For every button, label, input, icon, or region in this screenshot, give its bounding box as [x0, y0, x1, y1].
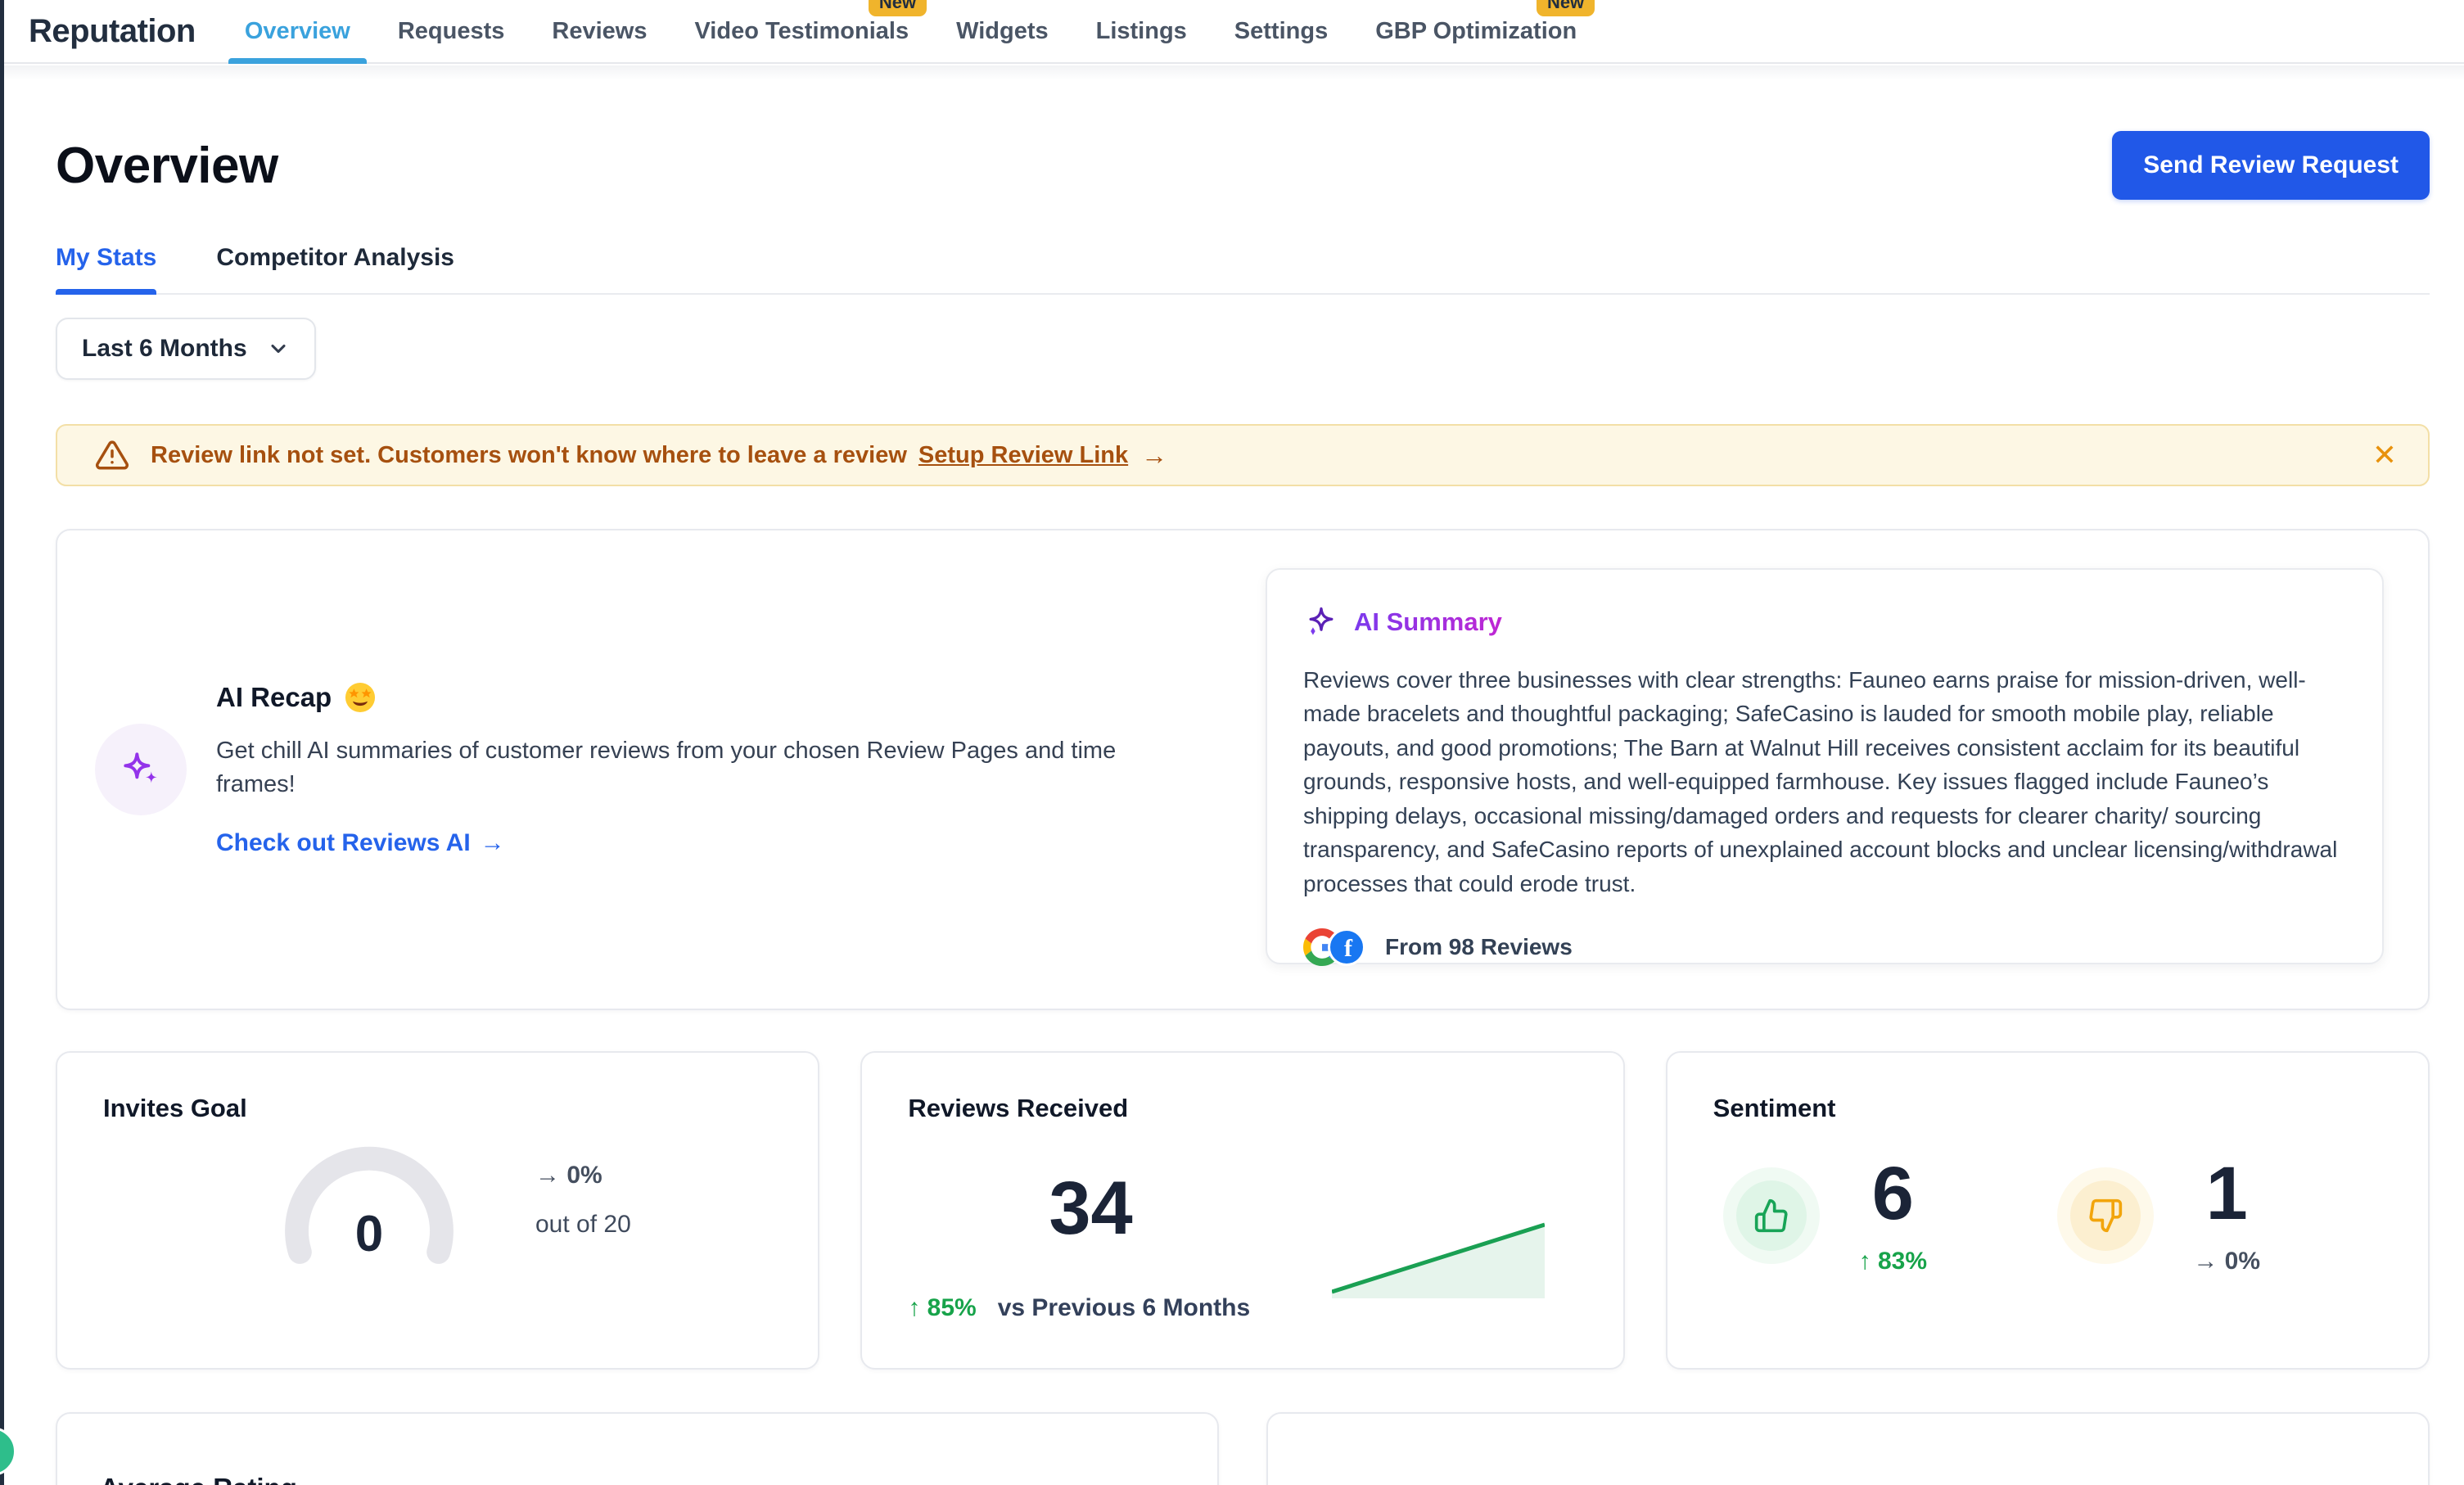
- setup-review-link[interactable]: Setup Review Link: [918, 442, 1128, 469]
- nav-item-requests[interactable]: Requests: [398, 0, 505, 62]
- top-nav-bar: Reputation Overview Requests Reviews Vid…: [0, 0, 2464, 64]
- reviews-received-title: Reviews Received: [908, 1094, 1577, 1123]
- date-range-value: Last 6 Months: [82, 335, 247, 363]
- negative-count: 1: [2206, 1156, 2248, 1231]
- tab-my-stats[interactable]: My Stats: [56, 244, 156, 293]
- brand-logo: Reputation: [29, 13, 196, 50]
- arrow-right-icon: →: [2193, 1248, 2218, 1275]
- nav-item-overview[interactable]: Overview: [245, 0, 350, 62]
- left-edge-strip: [0, 0, 4, 1485]
- invites-goal-target-label: out of 20: [535, 1211, 631, 1239]
- sparkles-icon: [95, 724, 187, 815]
- arrow-right-icon: →: [535, 1162, 560, 1189]
- new-badge: New: [1537, 0, 1595, 16]
- arrow-right-icon: →: [1141, 440, 1167, 471]
- chevron-down-icon: [267, 337, 290, 360]
- page-title: Overview: [56, 137, 278, 195]
- reviews-received-trend: 85%: [927, 1294, 977, 1321]
- check-out-reviews-ai-link[interactable]: Check out Reviews AI →: [216, 829, 505, 857]
- positive-trend: 83%: [1878, 1248, 1927, 1275]
- ai-sparkle-icon: [1303, 604, 1339, 640]
- positive-count: 6: [1872, 1156, 1914, 1231]
- overview-content: Overview Send Review Request My Stats Co…: [0, 131, 2464, 1485]
- nav-item-settings[interactable]: Settings: [1234, 0, 1328, 62]
- date-range-dropdown[interactable]: Last 6 Months: [56, 318, 316, 380]
- warning-triangle-icon: [95, 438, 129, 472]
- facebook-icon: f: [1328, 928, 1365, 966]
- active-tab-underline: [56, 289, 156, 295]
- reviews-received-value: 34: [1049, 1166, 1132, 1252]
- secondary-bottom-card: [1266, 1412, 2430, 1485]
- review-source-icons: f: [1303, 928, 1367, 966]
- ai-summary-title: AI Summary: [1354, 607, 1502, 637]
- header-shadow: [0, 65, 2464, 80]
- thumbs-down-icon: [2070, 1180, 2141, 1251]
- average-rating-card: Average Rating: [56, 1412, 1219, 1485]
- thumbs-up-icon: [1736, 1180, 1807, 1251]
- sentiment-title: Sentiment: [1713, 1094, 2382, 1123]
- stats-tabs: My Stats Competitor Analysis: [56, 244, 2430, 295]
- ai-recap-description: Get chill AI summaries of customer revie…: [216, 734, 1158, 801]
- review-link-warning-banner: Review link not set. Customers won't kno…: [56, 424, 2430, 486]
- reviews-received-comparison-label: vs Previous 6 Months: [998, 1294, 1250, 1322]
- review-count-label: From 98 Reviews: [1385, 934, 1573, 960]
- negative-sentiment: 1 → 0%: [2047, 1156, 2382, 1275]
- star-struck-emoji-icon: [345, 682, 376, 713]
- average-rating-title: Average Rating: [100, 1473, 1175, 1485]
- banner-close-icon[interactable]: ✕: [2372, 440, 2397, 470]
- nav-item-widgets[interactable]: Widgets: [956, 0, 1049, 62]
- reputation-dashboard: Reputation Overview Requests Reviews Vid…: [0, 0, 2464, 1485]
- arrow-up-icon: ↑: [908, 1294, 920, 1321]
- invites-goal-gauge: 0: [267, 1136, 472, 1264]
- negative-trend: 0%: [2225, 1248, 2260, 1275]
- svg-text:f: f: [1344, 935, 1353, 962]
- ai-summary-body: Reviews cover three businesses with clea…: [1303, 663, 2346, 900]
- new-badge: New: [869, 0, 927, 16]
- bottom-row: Average Rating: [56, 1412, 2430, 1485]
- ai-recap-card: AI Recap Get chill AI summaries of custo…: [56, 529, 2430, 1010]
- invites-goal-title: Invites Goal: [103, 1094, 772, 1123]
- nav-item-video-testimonials[interactable]: Video Testimonials New: [694, 0, 909, 62]
- invites-goal-trend: 0%: [566, 1162, 602, 1189]
- reviews-received-card: Reviews Received 34 ↑ 85% vs Previous 6 …: [860, 1051, 1624, 1370]
- invites-goal-value: 0: [355, 1205, 383, 1263]
- positive-sentiment: 6 ↑ 83%: [1713, 1156, 2048, 1275]
- banner-message: Review link not set. Customers won't kno…: [151, 442, 907, 469]
- nav-item-listings[interactable]: Listings: [1096, 0, 1187, 62]
- nav-item-gbp-optimization[interactable]: GBP Optimization New: [1375, 0, 1577, 62]
- nav-item-reviews[interactable]: Reviews: [552, 0, 647, 62]
- ai-summary-card: AI Summary Reviews cover three businesse…: [1266, 568, 2384, 964]
- arrow-up-icon: ↑: [1859, 1248, 1871, 1275]
- ai-recap-title: AI Recap: [216, 682, 332, 713]
- active-nav-underline: [228, 58, 367, 64]
- tab-competitor-analysis[interactable]: Competitor Analysis: [216, 244, 454, 293]
- reviews-trend-sparkline: [1332, 1216, 1545, 1302]
- invites-goal-card: Invites Goal 0 → 0% out of 20: [56, 1051, 819, 1370]
- send-review-request-button[interactable]: Send Review Request: [2112, 131, 2430, 200]
- main-nav: Overview Requests Reviews Video Testimon…: [245, 0, 1577, 62]
- arrow-right-icon: →: [481, 829, 505, 857]
- sentiment-card: Sentiment 6 ↑ 83%: [1666, 1051, 2430, 1370]
- stats-row: Invites Goal 0 → 0% out of 20: [56, 1051, 2430, 1370]
